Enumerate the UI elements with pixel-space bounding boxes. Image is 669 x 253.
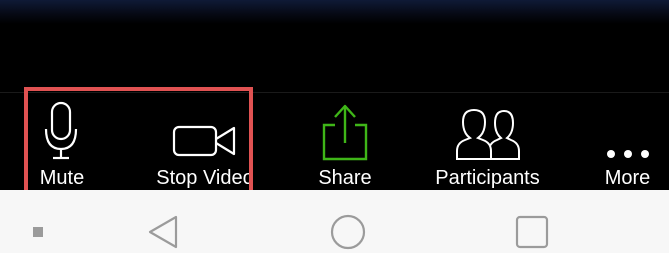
android-navigation-bar	[0, 190, 669, 253]
video-area	[0, 0, 669, 92]
share-upload-icon	[322, 104, 368, 161]
nav-home-button[interactable]	[326, 212, 370, 252]
video-camera-icon	[172, 125, 236, 157]
more-button[interactable]: More	[590, 93, 665, 191]
share-label: Share	[318, 167, 372, 189]
nav-recents-button[interactable]	[510, 212, 554, 252]
participants-label: Participants	[435, 167, 540, 189]
more-label: More	[604, 167, 651, 189]
nav-indicator-icon	[28, 222, 48, 242]
back-triangle-icon	[148, 215, 178, 249]
share-button[interactable]: Share	[300, 93, 390, 191]
participants-icon	[455, 108, 520, 160]
recents-square-icon	[515, 215, 549, 249]
meeting-toolbar: Mute Stop Video Share Participants More	[0, 92, 669, 190]
stop-video-button[interactable]: Stop Video	[140, 93, 270, 191]
home-circle-icon	[330, 214, 366, 250]
mute-button[interactable]: Mute	[22, 93, 102, 191]
stop-video-label: Stop Video	[156, 167, 254, 189]
mute-label: Mute	[39, 167, 85, 189]
more-dots-icon	[606, 150, 649, 158]
participants-button[interactable]: Participants	[420, 93, 555, 191]
meeting-screen: Mute Stop Video Share Participants More	[0, 0, 669, 253]
nav-back-button[interactable]	[142, 212, 186, 252]
microphone-icon	[44, 101, 78, 160]
